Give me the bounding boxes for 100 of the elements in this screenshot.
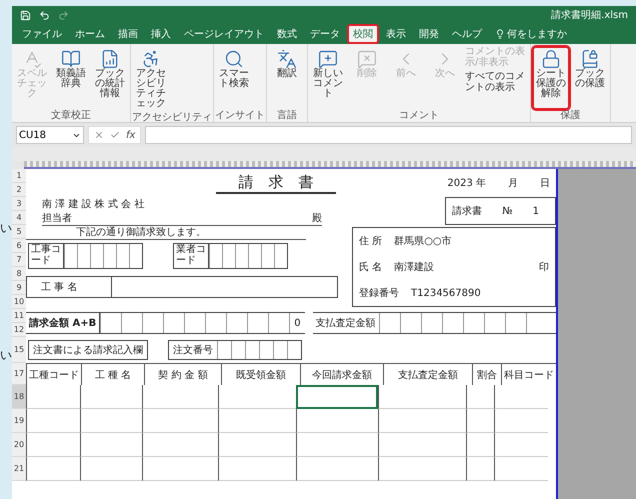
table-cell[interactable]: [494, 385, 548, 409]
table-cell[interactable]: [466, 385, 494, 409]
chart-document-icon: [100, 49, 120, 69]
name-box[interactable]: CU18: [16, 126, 84, 144]
ribbon-tab[interactable]: 校閲: [347, 24, 379, 44]
row-number[interactable]: 4: [12, 211, 26, 225]
honorific-text: 殿: [312, 212, 322, 225]
ribbon-tab[interactable]: ページレイアウト: [178, 24, 270, 44]
row-number[interactable]: 10: [12, 295, 26, 309]
row-number[interactable]: 5: [12, 225, 26, 239]
row-number[interactable]: 15: [12, 337, 26, 363]
ribbon-button[interactable]: 翻訳: [268, 46, 306, 110]
invoice-number: 1: [532, 206, 539, 216]
table-cell[interactable]: [378, 433, 466, 457]
row-number[interactable]: 6: [12, 239, 26, 253]
margin-text: い: [0, 347, 12, 364]
table-cell[interactable]: [466, 433, 494, 457]
row-number[interactable]: 9: [12, 281, 26, 295]
comment-plus-icon: [318, 49, 338, 69]
table-cell[interactable]: [80, 457, 142, 481]
ribbon-button[interactable]: シート保護の解除: [532, 46, 570, 110]
column-heading: 割合: [472, 363, 501, 385]
table-cell[interactable]: [142, 385, 218, 409]
table-cell[interactable]: [218, 433, 296, 457]
row-number[interactable]: 1: [12, 169, 26, 183]
table-cell[interactable]: [466, 409, 494, 433]
order-entry-label: 注文書による請求記入欄: [28, 340, 148, 360]
table-cell[interactable]: [80, 409, 142, 433]
ribbon-button[interactable]: ブックの保護: [571, 46, 609, 110]
table-cell[interactable]: [26, 433, 80, 457]
table-cell[interactable]: [296, 409, 378, 433]
table-cell[interactable]: [378, 457, 466, 481]
table-cell[interactable]: [80, 385, 142, 409]
table-cell[interactable]: [142, 457, 218, 481]
invoice-label: 請求書: [452, 204, 482, 218]
table-cell[interactable]: [142, 433, 218, 457]
table-cell[interactable]: [494, 409, 548, 433]
column-heading: 既受領金額: [221, 363, 300, 385]
ribbon-tab[interactable]: 表示: [380, 24, 412, 44]
row-number[interactable]: 8: [12, 267, 26, 281]
ribbon-tab[interactable]: ホーム: [69, 24, 111, 44]
group-label: インサイト: [215, 110, 265, 122]
table-cell[interactable]: [142, 409, 218, 433]
ribbon-small-button[interactable]: すべてのコメントの表示: [465, 71, 529, 93]
ribbon-tab[interactable]: ヘルプ: [446, 24, 488, 44]
group-label: 保護: [560, 110, 582, 122]
table-cell[interactable]: [218, 457, 296, 481]
ribbon-tab[interactable]: 数式: [271, 24, 303, 44]
formula-input[interactable]: [145, 126, 632, 144]
registration-label: 登録番号: [359, 286, 399, 300]
table-cell[interactable]: [494, 433, 548, 457]
ribbon-button[interactable]: ブックの統計情報: [91, 46, 129, 110]
undo-icon[interactable]: [39, 10, 50, 20]
table-cell[interactable]: [466, 457, 494, 481]
row-number[interactable]: 21: [12, 457, 26, 481]
notice-text: 下記の通り御請求致します。: [26, 225, 306, 240]
row-number[interactable]: 17: [12, 363, 26, 385]
ribbon-tab[interactable]: 描画: [112, 24, 144, 44]
cancel-icon[interactable]: [94, 130, 104, 140]
ribbon-tab[interactable]: ファイル: [16, 24, 68, 44]
row-number[interactable]: 2: [12, 183, 26, 197]
table-cell[interactable]: [378, 385, 466, 409]
margin-text: い: [0, 220, 12, 237]
lock-icon: [541, 49, 561, 69]
table-cell[interactable]: [80, 433, 142, 457]
ribbon-button[interactable]: 類義語辞典: [52, 46, 90, 110]
book-lock-icon: [580, 49, 600, 69]
table-cell[interactable]: [218, 385, 296, 409]
check-icon[interactable]: [110, 130, 120, 140]
table-cell[interactable]: [26, 409, 80, 433]
table-cell[interactable]: [26, 385, 80, 409]
row-number[interactable]: 7: [12, 253, 26, 267]
save-icon[interactable]: [20, 10, 31, 20]
ribbon-tab[interactable]: 挿入: [145, 24, 177, 44]
project-label: 工 事 名: [27, 277, 112, 297]
row-number[interactable]: 12: [12, 323, 26, 337]
ribbon-button[interactable]: アクセシビリティチェック: [132, 46, 170, 112]
code-label: 工事コード: [29, 244, 64, 268]
row-number[interactable]: 3: [12, 197, 26, 211]
table-cell[interactable]: [378, 409, 466, 433]
tell-me-field[interactable]: 何をしますか: [495, 27, 567, 41]
table-cell[interactable]: [494, 457, 548, 481]
table-cell[interactable]: [26, 457, 80, 481]
row-number[interactable]: 18: [12, 385, 26, 409]
function-button[interactable]: fx: [126, 130, 136, 140]
ribbon-button[interactable]: 新しいコメント: [309, 46, 347, 110]
ribbon-tab[interactable]: 開発: [413, 24, 445, 44]
redo-icon[interactable]: [58, 10, 69, 20]
column-heading: 工 種 名: [81, 363, 144, 385]
address-text: 群馬県○○市: [394, 234, 452, 248]
table-cell[interactable]: [296, 433, 378, 457]
selected-cell[interactable]: [296, 385, 378, 409]
ribbon-button[interactable]: スマート検索: [215, 46, 253, 110]
table-cell[interactable]: [296, 457, 378, 481]
table-cell[interactable]: [218, 409, 296, 433]
row-number[interactable]: 20: [12, 433, 26, 457]
row-number[interactable]: 19: [12, 409, 26, 433]
row-number[interactable]: 11: [12, 309, 26, 323]
address-label: 住 所: [359, 234, 382, 248]
ribbon-tab[interactable]: データ: [304, 24, 346, 44]
